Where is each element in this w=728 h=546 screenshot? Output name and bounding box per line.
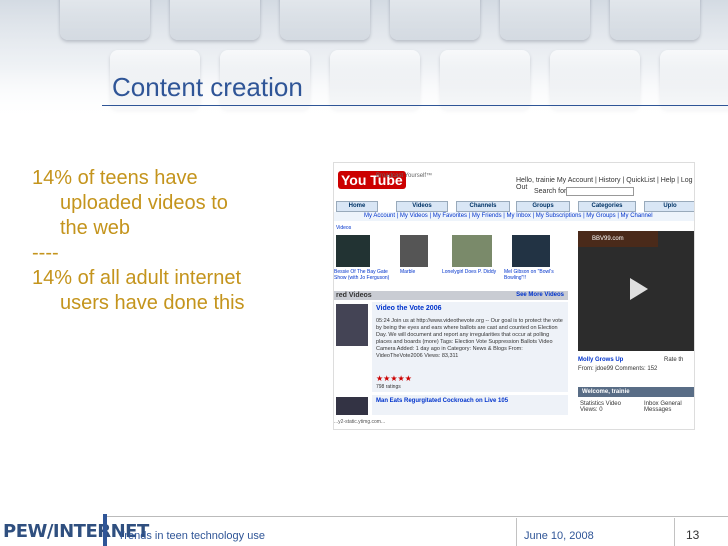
see-more-link: See More Videos — [516, 292, 564, 298]
thumb-caption: Marble — [400, 269, 416, 275]
bullet-2-line-2: users have done this — [60, 292, 245, 314]
bullet-1-line-2: uploaded videos to — [60, 192, 228, 214]
play-icon — [630, 278, 648, 300]
bullet-list: 14% of teens have uploaded videos to the… — [32, 166, 322, 316]
search-input — [566, 187, 634, 196]
tab-categories: Categories — [578, 201, 636, 212]
video-thumbnail — [400, 235, 428, 267]
video-thumbnail — [336, 397, 368, 415]
bullet-1-line-1: 14% of teens have — [32, 167, 198, 189]
featured-video: Video the Vote 2006 05:24 Join us at htt… — [372, 302, 568, 392]
ad-banner: BBV99.com — [578, 231, 658, 247]
featured-video-title: Video the Vote 2006 — [376, 305, 442, 312]
footer-rule — [107, 516, 728, 517]
rating-count: 798 ratings — [376, 384, 401, 390]
video-thumbnail — [512, 235, 550, 267]
video-thumbnail — [336, 304, 368, 346]
slide-title: Content creation — [112, 72, 303, 102]
thumb-caption: Mel Gibson on "Bowl's Bowling"!! — [504, 269, 554, 281]
status-bar: ...y2-static.ytimg.com... — [334, 419, 386, 425]
side-video-title: Molly Grows Up — [578, 357, 624, 363]
youtube-tagline: Broadcast Yourself™ — [376, 173, 433, 179]
featured-video-description: 05:24 Join us at http://www.videothevote… — [376, 318, 563, 359]
footer-separator — [516, 518, 517, 546]
thumb-caption: Bessie Of The Bay Gate Show (with Jo Fer… — [334, 269, 390, 281]
second-video: Man Eats Regurgitated Cockroach on Live … — [372, 395, 568, 415]
footer-accent — [103, 514, 107, 546]
inbox-label: Inbox General Messages — [644, 401, 682, 413]
youtube-screenshot: You Tube Broadcast Yourself™ Hello, trai… — [333, 162, 695, 430]
bullet-separator: ---- — [32, 242, 59, 264]
footer-separator — [674, 518, 675, 546]
side-video-meta: From: jdoe99 Comments: 152 — [578, 366, 658, 372]
featured-videos-header: red Videos See More Videos — [334, 291, 568, 300]
search-label: Search for — [534, 188, 567, 195]
video-thumbnail — [336, 235, 370, 267]
rating-stars: ★★★★★ — [376, 374, 412, 383]
tab-videos: Videos — [396, 201, 448, 212]
thumb-caption: Lonelygirl Does P. Diddy — [442, 269, 497, 275]
tab-home: Home — [336, 201, 378, 212]
tab-channels: Channels — [456, 201, 510, 212]
footer-title: Trends in teen technology use — [118, 530, 265, 542]
tab-groups: Groups — [516, 201, 570, 212]
page-number: 13 — [686, 528, 700, 542]
keyboard-background — [0, 0, 728, 120]
bullet-2-line-1: 14% of all adult internet — [32, 267, 242, 289]
sub-nav: My Account | My Videos | My Favorites | … — [334, 212, 694, 221]
ad-text: BBV99.com — [592, 236, 624, 242]
footer-date: June 10, 2008 — [524, 530, 594, 542]
tab-upload: Uplo — [644, 201, 694, 212]
second-video-title: Man Eats Regurgitated Cockroach on Live … — [376, 398, 509, 404]
title-divider — [102, 105, 728, 106]
nav-tabs: Home Videos Channels Groups Categories U… — [334, 201, 694, 212]
statistics-label: Statistics Video Views: 0 — [580, 401, 621, 413]
videos-label: Videos — [336, 225, 352, 231]
featured-header-label: red Videos — [336, 292, 372, 299]
welcome-bar: Welcome, trainie — [578, 387, 694, 397]
rate-label: Rate th — [664, 357, 684, 363]
bullet-1-line-3: the web — [60, 217, 131, 239]
video-thumbnail — [452, 235, 492, 267]
